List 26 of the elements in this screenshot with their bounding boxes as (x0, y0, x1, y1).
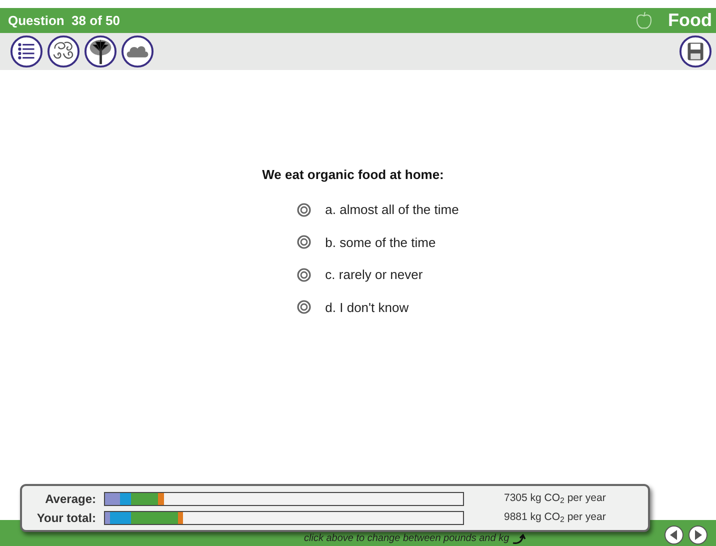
total-label: Your total: (36, 510, 96, 526)
radio-icon[interactable] (297, 300, 312, 314)
swirl-icon[interactable] (47, 35, 80, 68)
category-title: Food (668, 9, 712, 32)
curved-arrow-icon (512, 534, 526, 544)
units-hint: click above to change between pounds and kg (304, 531, 526, 546)
emissions-reading: 9881 kg CO$_{2}$ per year (504, 510, 606, 526)
answer-option[interactable]: c. rarely or never (297, 258, 423, 291)
next-button[interactable] (688, 523, 708, 543)
radio-icon[interactable] (297, 202, 312, 217)
save-icon[interactable] (679, 35, 712, 68)
radio-icon[interactable] (297, 268, 312, 282)
back-button[interactable] (664, 523, 684, 543)
answer-option[interactable]: d. I don't know (297, 291, 409, 324)
answer-option[interactable]: b. some of the time (297, 226, 436, 258)
totals-panel[interactable]: Average: 7305 kg CO$_{2}$ per year Your total: 9881 kg CO$_{2}$ per year (20, 484, 650, 532)
radio-icon[interactable] (297, 235, 312, 250)
tree-icon[interactable] (84, 35, 117, 68)
apple-icon (636, 11, 652, 30)
cloud-icon[interactable] (121, 35, 154, 68)
question-counter: Question 38 of 50 (8, 12, 120, 30)
list-icon[interactable] (10, 35, 43, 68)
answer-option[interactable]: a. almost all of the time (297, 194, 459, 226)
emissions-reading: 7305 kg CO$_{2}$ per year (504, 490, 606, 506)
question-text: We eat organic food at home: (262, 166, 444, 184)
total-label: Average: (44, 490, 96, 508)
